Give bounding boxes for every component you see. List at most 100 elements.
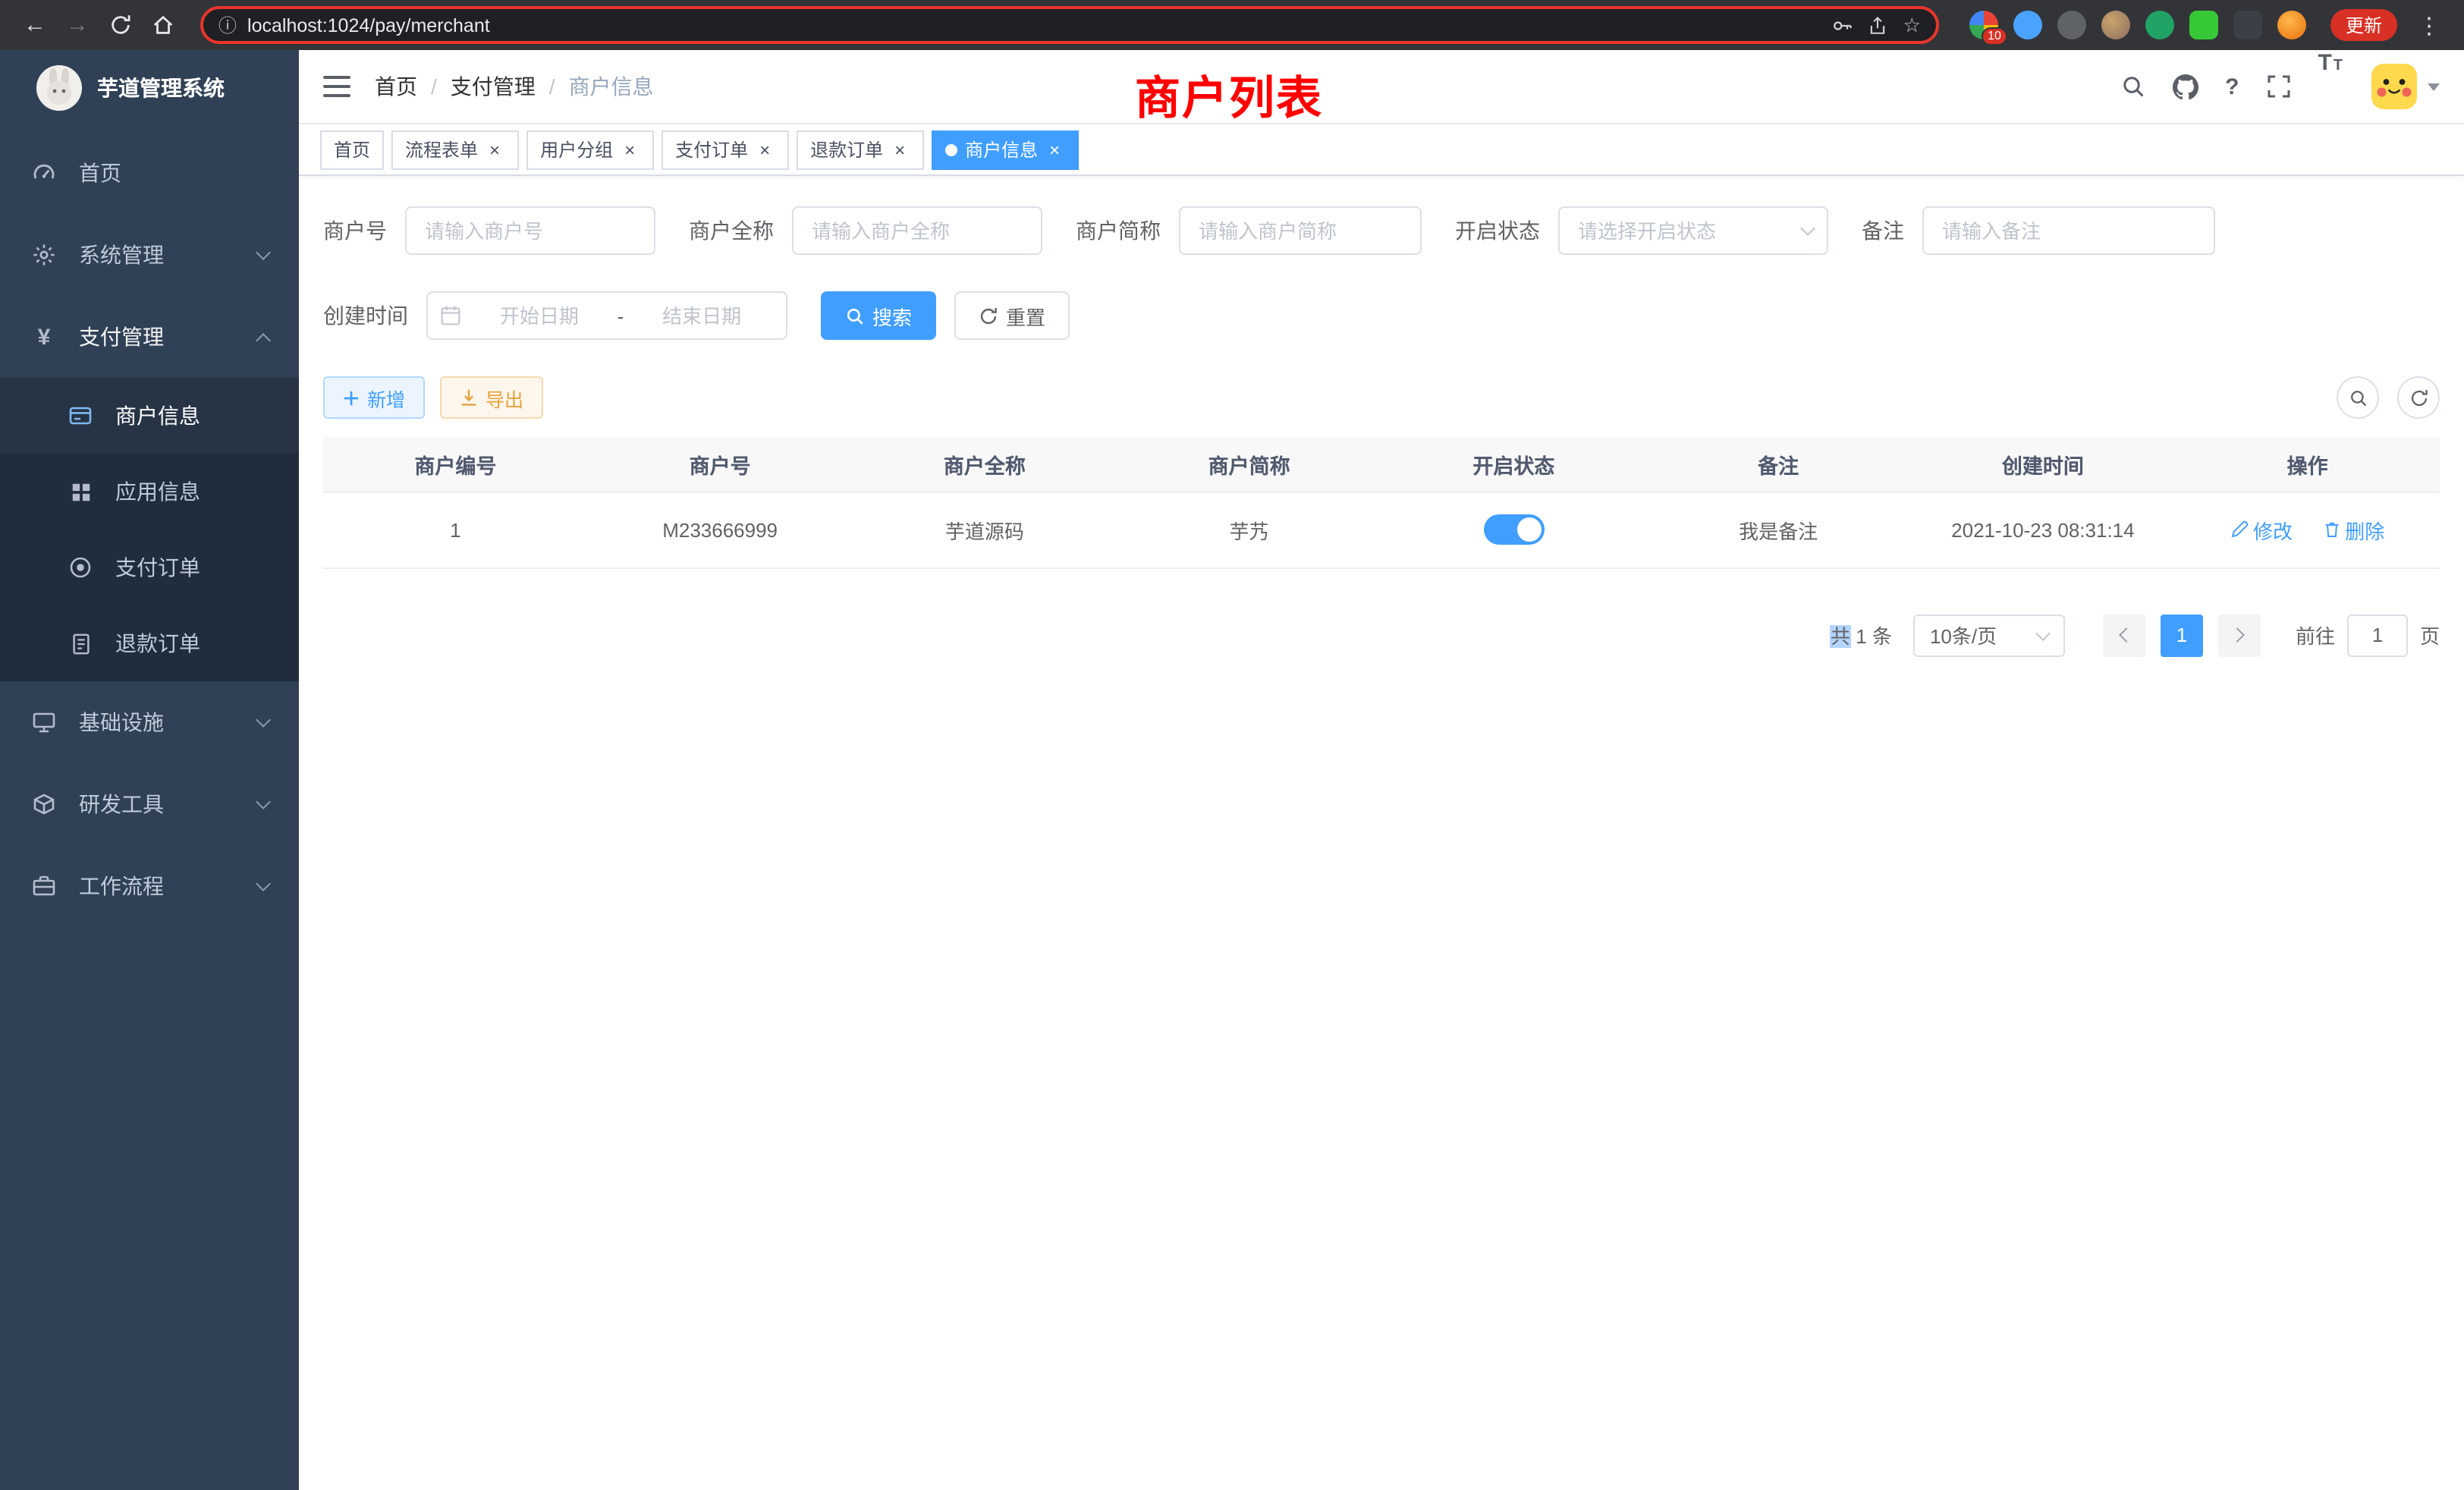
date-end-input[interactable] — [630, 304, 774, 327]
tab-home[interactable]: 首页 — [320, 130, 384, 169]
tab-close-icon[interactable] — [484, 139, 505, 160]
share-icon[interactable] — [1868, 14, 1888, 36]
sidebar-item-home[interactable]: 首页 — [0, 132, 299, 214]
hamburger-icon[interactable] — [323, 76, 350, 97]
column-header: 备注 — [1646, 437, 1911, 492]
password-key-icon[interactable] — [1832, 14, 1853, 36]
sidebar-item-devtools[interactable]: 研发工具 — [0, 763, 299, 845]
sidebar-item-label: 基础设施 — [79, 707, 164, 737]
url-text[interactable]: localhost:1024/pay/merchant — [247, 14, 1821, 36]
tab-close-icon[interactable] — [889, 139, 910, 160]
export-button-label: 导出 — [486, 383, 523, 412]
sidebar-item-infrastructure[interactable]: 基础设施 — [0, 681, 299, 763]
app-title: 芋道管理系统 — [97, 73, 225, 103]
prev-page-button[interactable] — [2103, 614, 2145, 656]
status-select[interactable] — [1558, 206, 1828, 255]
sidebar-item-label: 支付订单 — [115, 552, 200, 583]
extension-icon-2[interactable] — [2013, 11, 2042, 39]
extension-icon-6[interactable] — [2189, 11, 2218, 39]
tab-label: 商户信息 — [965, 137, 1038, 162]
forward-icon[interactable]: → — [58, 5, 97, 45]
user-avatar[interactable] — [2371, 64, 2417, 109]
page-jumper: 前往 页 — [2296, 614, 2440, 656]
breadcrumb-separator — [549, 74, 555, 99]
breadcrumb-payment[interactable]: 支付管理 — [451, 71, 536, 102]
help-icon[interactable]: ? — [2211, 50, 2252, 123]
extension-icon-8[interactable] — [2277, 11, 2306, 39]
column-header: 操作 — [2175, 437, 2440, 492]
toggle-search-icon[interactable] — [2337, 376, 2379, 419]
site-info-icon[interactable]: ⓘ — [218, 12, 237, 38]
tab-refund-order[interactable]: 退款订单 — [797, 130, 924, 169]
breadcrumb-home[interactable]: 首页 — [375, 71, 417, 102]
extension-icon-4[interactable] — [2101, 11, 2130, 39]
browser-menu-icon[interactable]: ⋮ — [2409, 5, 2449, 45]
extension-icon-7[interactable] — [2233, 11, 2262, 39]
address-bar[interactable]: ⓘ localhost:1024/pay/merchant ☆ — [200, 6, 1939, 44]
delete-link[interactable]: 删除 — [2322, 515, 2384, 544]
search-icon[interactable] — [2107, 50, 2158, 123]
refresh-table-icon[interactable] — [2397, 376, 2440, 419]
remark-input[interactable] — [1922, 206, 2215, 255]
font-size-icon[interactable]: TT — [2304, 50, 2356, 123]
sidebar-item-workflow[interactable]: 工作流程 — [0, 845, 299, 927]
extension-icon-1[interactable]: 10 — [1969, 11, 1998, 39]
extension-icon-3[interactable] — [2057, 11, 2086, 39]
tab-merchant-info[interactable]: 商户信息 — [932, 130, 1079, 169]
user-menu[interactable] — [2371, 64, 2440, 109]
tab-close-icon[interactable] — [1044, 139, 1065, 160]
home-icon[interactable] — [143, 5, 182, 45]
chevron-down-icon — [256, 244, 271, 259]
column-header: 创建时间 — [1911, 437, 2176, 492]
github-icon[interactable] — [2158, 50, 2211, 123]
cell-status — [1381, 492, 1646, 567]
page-number-1[interactable]: 1 — [2161, 614, 2203, 656]
sidebar-item-payment[interactable]: ¥ 支付管理 — [0, 296, 299, 378]
search-button[interactable]: 搜索 — [821, 291, 936, 340]
goto-page-input[interactable] — [2347, 614, 2408, 656]
reset-button[interactable]: 重置 — [954, 291, 1070, 340]
app-logo[interactable]: 芋道管理系统 — [0, 50, 299, 126]
export-button[interactable]: 导出 — [440, 376, 543, 419]
fullscreen-icon[interactable] — [2252, 50, 2304, 123]
date-start-input[interactable] — [467, 304, 611, 327]
navbar-actions: ? TT — [2107, 50, 2440, 123]
status-toggle[interactable] — [1483, 514, 1544, 545]
tab-close-icon[interactable] — [619, 139, 640, 160]
next-page-button[interactable] — [2218, 614, 2261, 656]
reset-button-label: 重置 — [1006, 301, 1045, 330]
pagination: 共 1 条 10条/页 1 前往 页 — [323, 614, 2440, 656]
sidebar-item-merchant-info[interactable]: 商户信息 — [0, 378, 299, 454]
reload-icon[interactable] — [100, 5, 140, 45]
merchant-no-input[interactable] — [405, 206, 655, 255]
sidebar-item-app-info[interactable]: 应用信息 — [0, 454, 299, 530]
tab-process-form[interactable]: 流程表单 — [391, 130, 519, 169]
back-icon[interactable]: ← — [15, 5, 55, 45]
filter-remark: 备注 — [1862, 206, 2215, 255]
extension-icon-5[interactable] — [2145, 11, 2174, 39]
filter-merchant-no: 商户号 — [323, 206, 655, 255]
full-name-input[interactable] — [792, 206, 1042, 255]
search-button-label: 搜索 — [872, 301, 912, 330]
page-content: 商户号 商户全称 商户简称 开启状态 — [299, 176, 2464, 687]
short-name-input[interactable] — [1179, 206, 1422, 255]
logo-avatar-icon — [36, 65, 82, 111]
page-size-select[interactable]: 10条/页 — [1913, 614, 2065, 656]
sidebar-item-pay-order[interactable]: 支付订单 — [0, 530, 299, 605]
sidebar-item-label: 系统管理 — [79, 240, 164, 270]
tab-user-group[interactable]: 用户分组 — [526, 130, 654, 169]
breadcrumb-current: 商户信息 — [569, 71, 654, 102]
breadcrumb-separator — [431, 74, 437, 99]
sidebar-item-label: 支付管理 — [79, 322, 164, 352]
filter-create-time: 创建时间 - — [323, 291, 787, 340]
chevron-down-icon — [256, 794, 271, 809]
sidebar-item-refund-order[interactable]: 退款订单 — [0, 605, 299, 681]
bookmark-star-icon[interactable]: ☆ — [1903, 13, 1921, 37]
tab-pay-order[interactable]: 支付订单 — [662, 130, 789, 169]
browser-update-button[interactable]: 更新 — [2330, 9, 2397, 41]
edit-link[interactable]: 修改 — [2230, 515, 2293, 544]
sidebar-item-system[interactable]: 系统管理 — [0, 214, 299, 296]
tab-close-icon[interactable] — [754, 139, 775, 160]
add-button[interactable]: 新增 — [323, 376, 425, 419]
date-range-picker[interactable]: - — [426, 291, 787, 340]
